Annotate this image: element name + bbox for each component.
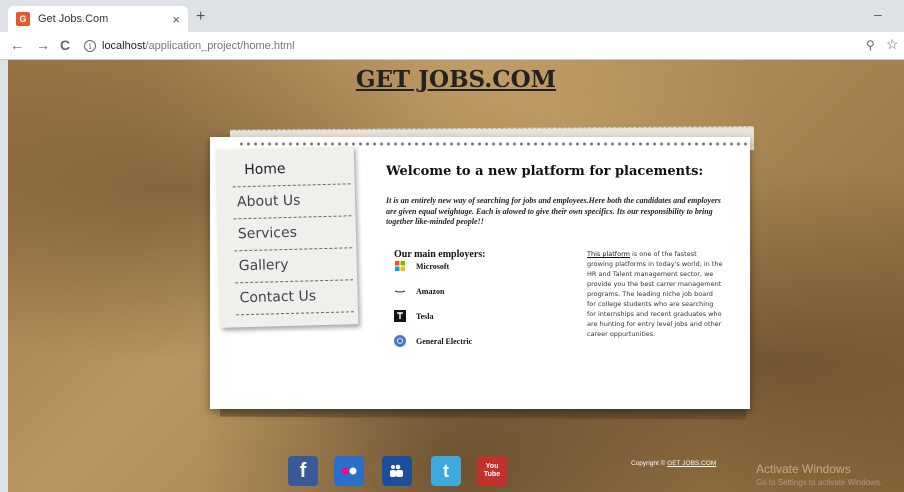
platform-description: This platform is one of the fastest grow… [587,249,723,339]
welcome-heading: Welcome to a new platform for placements… [386,164,704,179]
employer-name: General Electric [416,336,473,346]
employer-tesla: Tesla [394,309,434,323]
platform-link[interactable]: This platform [587,250,630,258]
paper-holes [238,142,748,146]
new-tab-button[interactable]: + [196,8,205,26]
flickr-icon[interactable] [334,456,364,486]
tab-strip: G Get Jobs.Com × + – [0,0,904,32]
myspace-icon[interactable] [382,456,412,486]
sidebar-menu: Home About Us Services Gallery Contact U… [215,146,359,328]
employer-name: Amazon [416,286,445,296]
bookmark-star-icon[interactable]: ☆ [886,36,899,53]
tesla-logo-icon [394,310,406,322]
employer-amazon: Amazon [394,284,444,298]
forward-button[interactable]: → [36,37,50,53]
employer-name: Microsoft [416,261,450,271]
copyright-link[interactable]: GET JOBS.COM [667,460,716,467]
activate-windows-subtitle: Go to Settings to activate Windows. [756,478,883,487]
address-bar[interactable]: i localhost /application_project/home.ht… [84,36,844,56]
menu-item-services[interactable]: Services [233,216,353,252]
intro-text: It is an entirely new way of searching f… [386,196,721,226]
url-path: /application_project/home.html [145,40,295,52]
site-favicon-icon: G [16,12,30,26]
twitter-icon[interactable]: t [431,456,461,486]
amazon-logo-icon [394,285,406,297]
employer-general-electric: General Electric [394,334,472,348]
close-tab-icon[interactable]: × [172,12,180,27]
employer-name: Tesla [416,311,434,321]
menu-item-contact-us[interactable]: Contact Us [235,280,354,316]
minimize-button[interactable]: – [874,6,882,22]
copyright-prefix: Copyright © [631,460,668,467]
info-icon[interactable]: i [84,40,96,52]
tab-title: Get Jobs.Com [38,13,109,25]
employer-microsoft: Microsoft [394,259,449,273]
menu-item-home[interactable]: Home [231,152,351,188]
youtube-icon[interactable]: You Tube [477,456,507,486]
menu-item-about-us[interactable]: About Us [232,184,352,220]
browser-toolbar: ← → C i localhost /application_project/h… [0,32,904,60]
activate-windows-title: Activate Windows [756,462,851,476]
back-button[interactable]: ← [10,37,24,53]
copyright-text: Copyright © GET JOBS.COM [631,460,716,467]
page-viewport: GET JOBS.COM Home About Us Services Gall… [8,60,904,492]
ge-logo-icon [394,335,406,347]
platform-description-text: is one of the fastest growing platforms … [587,250,723,338]
reload-button[interactable]: C [60,37,70,53]
microsoft-logo-icon [394,260,406,272]
site-title[interactable]: GET JOBS.COM [8,66,904,93]
browser-tab[interactable]: G Get Jobs.Com × [8,6,188,32]
menu-item-gallery[interactable]: Gallery [234,248,354,284]
zoom-icon[interactable]: ⚲ [866,38,875,52]
url-host: localhost [102,40,146,52]
facebook-icon[interactable]: f [288,456,318,486]
